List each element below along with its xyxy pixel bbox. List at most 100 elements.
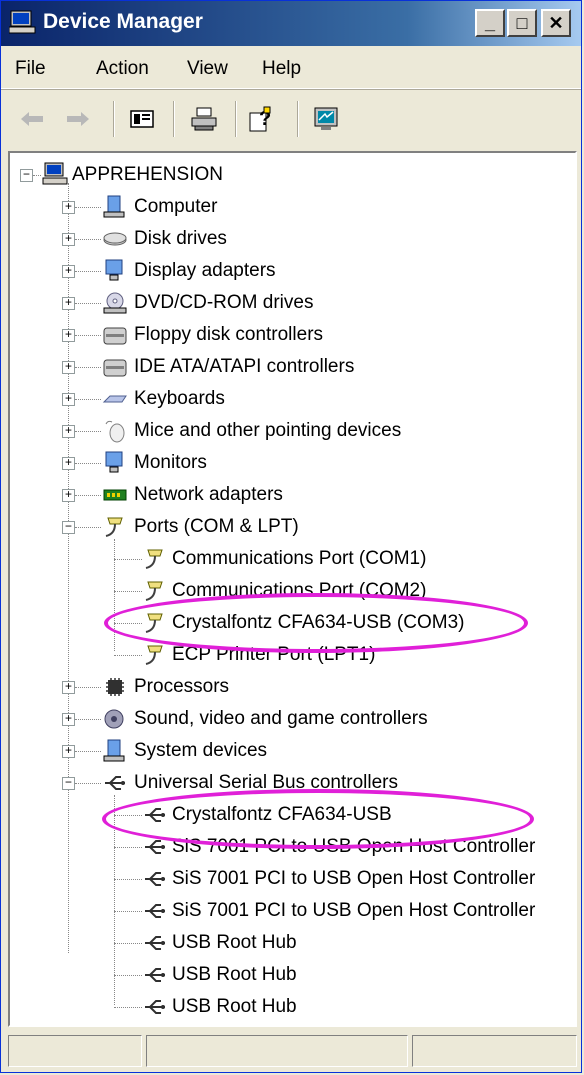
tree-connector: [75, 303, 101, 304]
expand-keyboards-toggle[interactable]: +: [62, 393, 75, 406]
highlight-ellipse: [102, 789, 534, 849]
device-manager-window: Device Manager _ □ ✕ File Action View He…: [0, 0, 582, 1073]
tree-connector: [75, 399, 101, 400]
tree-connector: [75, 335, 101, 336]
tree-item-usb-root-hub-3[interactable]: USB Root Hub: [172, 996, 297, 1018]
expand-disk-toggle[interactable]: +: [62, 233, 75, 246]
device-tree[interactable]: − APPREHENSION + Computer + Disk drives …: [8, 151, 577, 1027]
back-arrow-icon: [21, 112, 43, 126]
back-button[interactable]: [15, 103, 49, 135]
tree-item-display-adapters[interactable]: Display adapters: [134, 260, 276, 282]
help-icon: ?: [249, 106, 271, 132]
tree-item-disk-drives[interactable]: Disk drives: [134, 228, 227, 250]
minimize-button[interactable]: _: [475, 9, 505, 37]
menu-file[interactable]: File: [15, 58, 46, 80]
tree-item-com1[interactable]: Communications Port (COM1): [172, 548, 426, 570]
print-button[interactable]: [187, 103, 221, 135]
tree-item-dvd-drives[interactable]: DVD/CD-ROM drives: [134, 292, 313, 314]
tree-item-processors[interactable]: Processors: [134, 676, 229, 698]
menu-action[interactable]: Action: [96, 58, 149, 80]
processor-icon: [106, 678, 124, 696]
tree-connector: [75, 367, 101, 368]
expand-system-toggle[interactable]: +: [62, 745, 75, 758]
expand-computer-toggle[interactable]: +: [62, 201, 75, 214]
tree-item-usb-root-hub-2[interactable]: USB Root Hub: [172, 964, 297, 986]
menu-bar: File Action View Help: [1, 48, 581, 89]
toolbar-separator: [235, 101, 237, 137]
tree-item-monitors[interactable]: Monitors: [134, 452, 207, 474]
collapse-usb-toggle[interactable]: −: [62, 777, 75, 790]
update-driver-button[interactable]: [309, 103, 343, 135]
tree-item-system-devices[interactable]: System devices: [134, 740, 267, 762]
properties-button[interactable]: [125, 103, 159, 135]
tree-item-sound[interactable]: Sound, video and game controllers: [134, 708, 428, 730]
tree-connector: [75, 431, 101, 432]
collapse-root-toggle[interactable]: −: [20, 169, 33, 182]
status-pane: [8, 1035, 142, 1067]
expand-mice-toggle[interactable]: +: [62, 425, 75, 438]
menu-help[interactable]: Help: [262, 58, 301, 80]
close-button[interactable]: ✕: [541, 9, 571, 37]
status-bar: [8, 1035, 577, 1067]
sound-icon: [104, 709, 124, 729]
tree-item-mice[interactable]: Mice and other pointing devices: [134, 420, 401, 442]
ide-controller-icon: [103, 359, 127, 377]
usb-icon: [145, 936, 165, 950]
tree-item-ports[interactable]: Ports (COM & LPT): [134, 516, 299, 538]
properties-icon: [130, 110, 154, 128]
tree-root-label[interactable]: APPREHENSION: [72, 164, 223, 186]
expand-ide-toggle[interactable]: +: [62, 361, 75, 374]
tree-item-network-adapters[interactable]: Network adapters: [134, 484, 283, 506]
tree-connector: [114, 539, 115, 651]
tree-connector: [114, 559, 142, 560]
title-bar[interactable]: Device Manager _ □ ✕: [1, 1, 581, 46]
computer-monitor-icon: [314, 107, 338, 130]
menu-view[interactable]: View: [187, 58, 228, 80]
system-devices-icon: [103, 739, 125, 762]
maximize-button[interactable]: □: [507, 9, 537, 37]
tree-connector: [75, 719, 101, 720]
tree-connector: [114, 655, 142, 656]
tree-connector: [114, 847, 142, 848]
expand-display-toggle[interactable]: +: [62, 265, 75, 278]
tree-item-floppy-controllers[interactable]: Floppy disk controllers: [134, 324, 323, 346]
collapse-ports-toggle[interactable]: −: [62, 521, 75, 534]
expand-sound-toggle[interactable]: +: [62, 713, 75, 726]
usb-icon: [145, 872, 165, 886]
expand-network-toggle[interactable]: +: [62, 489, 75, 502]
tree-connector: [75, 687, 101, 688]
tree-connector: [114, 591, 142, 592]
tree-connector: [114, 879, 142, 880]
tree-item-usb-root-hub-1[interactable]: USB Root Hub: [172, 932, 297, 954]
tree-connector: [75, 271, 101, 272]
tree-item-computer[interactable]: Computer: [134, 196, 217, 218]
disk-drive-icon: [103, 232, 127, 246]
tree-connector: [75, 207, 101, 208]
keyboard-icon: [102, 395, 127, 403]
highlight-ellipse: [104, 593, 528, 653]
toolbar-separator: [113, 101, 115, 137]
tree-connector: [33, 175, 41, 176]
status-pane: [412, 1035, 577, 1067]
toolbar-separator: [297, 101, 299, 137]
tree-connector: [75, 751, 101, 752]
tree-connector: [75, 239, 101, 240]
usb-icon: [105, 776, 125, 790]
display-adapter-icon: [105, 259, 123, 281]
expand-floppy-toggle[interactable]: +: [62, 329, 75, 342]
computer-icon: [42, 162, 68, 185]
maximize-icon: □: [516, 13, 528, 33]
expand-dvd-toggle[interactable]: +: [62, 297, 75, 310]
expand-monitors-toggle[interactable]: +: [62, 457, 75, 470]
tree-item-ide-controllers[interactable]: IDE ATA/ATAPI controllers: [134, 356, 354, 378]
tree-item-usb-sis-2[interactable]: SiS 7001 PCI to USB Open Host Controller: [172, 868, 535, 890]
minimize-icon: _: [484, 13, 495, 33]
tree-item-keyboards[interactable]: Keyboards: [134, 388, 225, 410]
tree-item-usb-sis-3[interactable]: SiS 7001 PCI to USB Open Host Controller: [172, 900, 535, 922]
status-pane: [146, 1035, 408, 1067]
tree-connector: [114, 943, 142, 944]
help-button[interactable]: ?: [245, 103, 279, 135]
tree-connector: [114, 1007, 142, 1008]
expand-processors-toggle[interactable]: +: [62, 681, 75, 694]
forward-button[interactable]: [61, 103, 95, 135]
